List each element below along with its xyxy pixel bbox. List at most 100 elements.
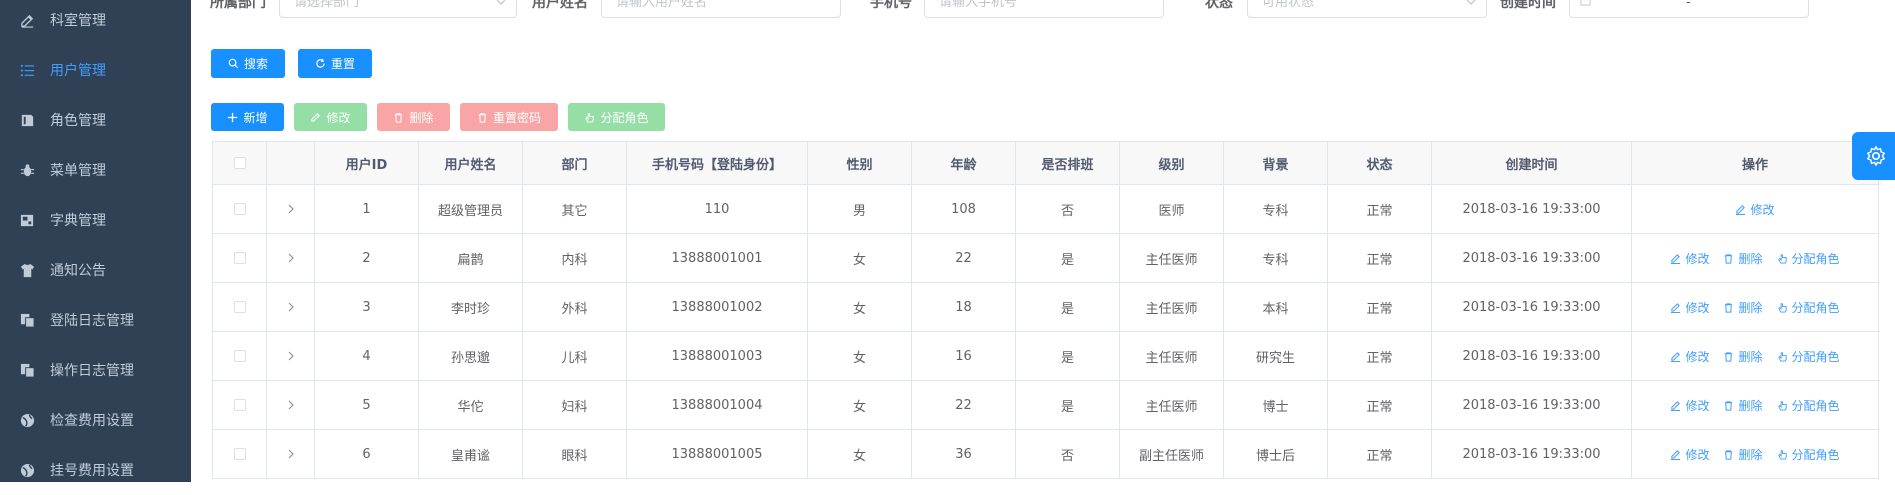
row-edit-link[interactable]: 修改 [1735,201,1775,218]
date-range-picker[interactable]: - [1569,0,1809,18]
table-cell: 是 [1016,283,1120,332]
row-checkbox[interactable] [233,252,246,264]
row-checkbox[interactable] [233,350,246,362]
row-actions: 修改 删除 分配角色 [1670,446,1840,463]
table-cell: 正常 [1328,185,1432,234]
col-header[interactable]: 级别 [1120,142,1224,185]
reset-button-label: 重置 [330,57,355,71]
assign-role-label: 分配角色 [600,110,649,125]
row-assign-role-link[interactable]: 分配角色 [1777,397,1840,414]
col-header[interactable]: 是否排班 [1016,142,1120,185]
col-header[interactable]: 状态 [1328,142,1432,185]
row-delete-label: 删除 [1738,251,1763,266]
copy-icon [19,312,35,328]
row-delete-label: 删除 [1738,398,1763,413]
row-edit-link[interactable]: 修改 [1670,397,1709,414]
trash-icon [395,112,403,123]
add-button[interactable]: 新增 [211,103,284,131]
row-edit-link[interactable]: 修改 [1670,446,1709,463]
sidebar-item-users[interactable]: 用户管理 [0,45,191,95]
table-cell: 3 [315,283,419,332]
row-assign-role-link[interactable]: 分配角色 [1777,299,1840,316]
expand-cell[interactable] [267,185,315,234]
row-assign-label: 分配角色 [1791,251,1840,266]
table-cell: 110 [627,185,808,234]
edit-button[interactable]: 修改 [294,103,367,131]
sidebar-item-label: 操作日志管理 [50,363,134,379]
expand-cell[interactable] [267,381,315,430]
sidebar-item-reg-fee[interactable]: 挂号费用设置 [0,445,191,495]
table-header: 用户ID 用户姓名 部门 手机号码【登陆身份】 性别 年龄 是否排班 级别 背景… [213,142,1883,185]
row-assign-role-link[interactable]: 分配角色 [1777,250,1840,267]
col-header[interactable]: 创建时间 [1432,142,1632,185]
col-header[interactable]: 操作 [1632,142,1879,185]
col-header[interactable]: 背景 [1224,142,1328,185]
col-header[interactable]: 年龄 [912,142,1016,185]
chevron-right-icon [288,400,294,410]
row-edit-link[interactable]: 修改 [1670,250,1709,267]
sidebar-item-label: 通知公告 [50,263,106,279]
table-cell: 否 [1016,430,1120,479]
status-select[interactable]: 可用状态 [1247,0,1487,18]
expand-cell[interactable] [267,332,315,381]
row-checkbox[interactable] [233,399,246,411]
dept-select[interactable]: 请选择部门 [279,0,517,18]
sidebar-item-notice[interactable]: 通知公告 [0,245,191,295]
row-assign-role-link[interactable]: 分配角色 [1777,348,1840,365]
row-delete-link[interactable]: 删除 [1723,397,1763,414]
table-cell: 5 [315,381,419,430]
row-checkbox[interactable] [233,301,246,313]
name-input[interactable]: 请输入用户姓名 [601,0,841,18]
chevron-down-icon [496,0,506,5]
row-delete-link[interactable]: 删除 [1723,348,1763,365]
delete-button[interactable]: 删除 [377,103,450,131]
phone-input[interactable]: 请输入手机号 [924,0,1164,18]
row-actions: 修改 [1735,201,1775,218]
row-checkbox[interactable] [233,203,246,215]
sidebar-item-login-log[interactable]: 登陆日志管理 [0,295,191,345]
row-assign-role-link[interactable]: 分配角色 [1777,446,1840,463]
edit-icon [311,112,321,122]
sidebar-item-op-log[interactable]: 操作日志管理 [0,345,191,395]
search-button[interactable]: 搜索 [211,49,285,78]
chevron-right-icon [288,253,294,263]
assign-role-button[interactable]: 分配角色 [568,103,665,131]
table-cell: 博士 [1224,381,1328,430]
sidebar-item-exam-fee[interactable]: 检查费用设置 [0,395,191,445]
table-cell: 博士后 [1224,430,1328,479]
sidebar-item-dict[interactable]: 字典管理 [0,195,191,245]
settings-button[interactable] [1852,132,1895,180]
chevron-right-icon [288,302,294,312]
edit-icon [1671,351,1681,362]
select-all-checkbox[interactable] [233,157,246,169]
reset-button[interactable]: 重置 [298,49,372,78]
user-table: 用户ID 用户姓名 部门 手机号码【登陆身份】 性别 年龄 是否排班 级别 背景… [212,141,1883,479]
refresh-icon [316,58,325,68]
row-delete-link[interactable]: 删除 [1723,299,1763,316]
sidebar-item-roles[interactable]: 角色管理 [0,95,191,145]
row-delete-link[interactable]: 删除 [1723,446,1763,463]
sidebar-item-label: 角色管理 [50,113,106,129]
list-icon [19,62,35,78]
row-edit-link[interactable]: 修改 [1670,348,1709,365]
expand-cell[interactable] [267,430,315,479]
table-cell: 专科 [1224,234,1328,283]
row-assign-label: 分配角色 [1791,398,1840,413]
row-delete-link[interactable]: 删除 [1723,250,1763,267]
expand-cell[interactable] [267,283,315,332]
col-header[interactable]: 性别 [808,142,912,185]
row-edit-link[interactable]: 修改 [1670,299,1709,316]
table-cell: 2018-03-16 19:33:00 [1432,283,1632,332]
col-header[interactable]: 部门 [523,142,627,185]
reset-password-button[interactable]: 重置密码 [460,103,558,131]
col-header[interactable]: 用户姓名 [419,142,523,185]
row-assign-label: 分配角色 [1791,447,1840,462]
col-header[interactable]: 用户ID [315,142,419,185]
sidebar-item-dept[interactable]: 科室管理 [0,0,191,45]
edit-icon [1736,204,1746,215]
table-cell: 正常 [1328,381,1432,430]
row-checkbox[interactable] [233,448,246,460]
sidebar-item-menus[interactable]: 菜单管理 [0,145,191,195]
col-header[interactable]: 手机号码【登陆身份】 [627,142,808,185]
expand-cell[interactable] [267,234,315,283]
